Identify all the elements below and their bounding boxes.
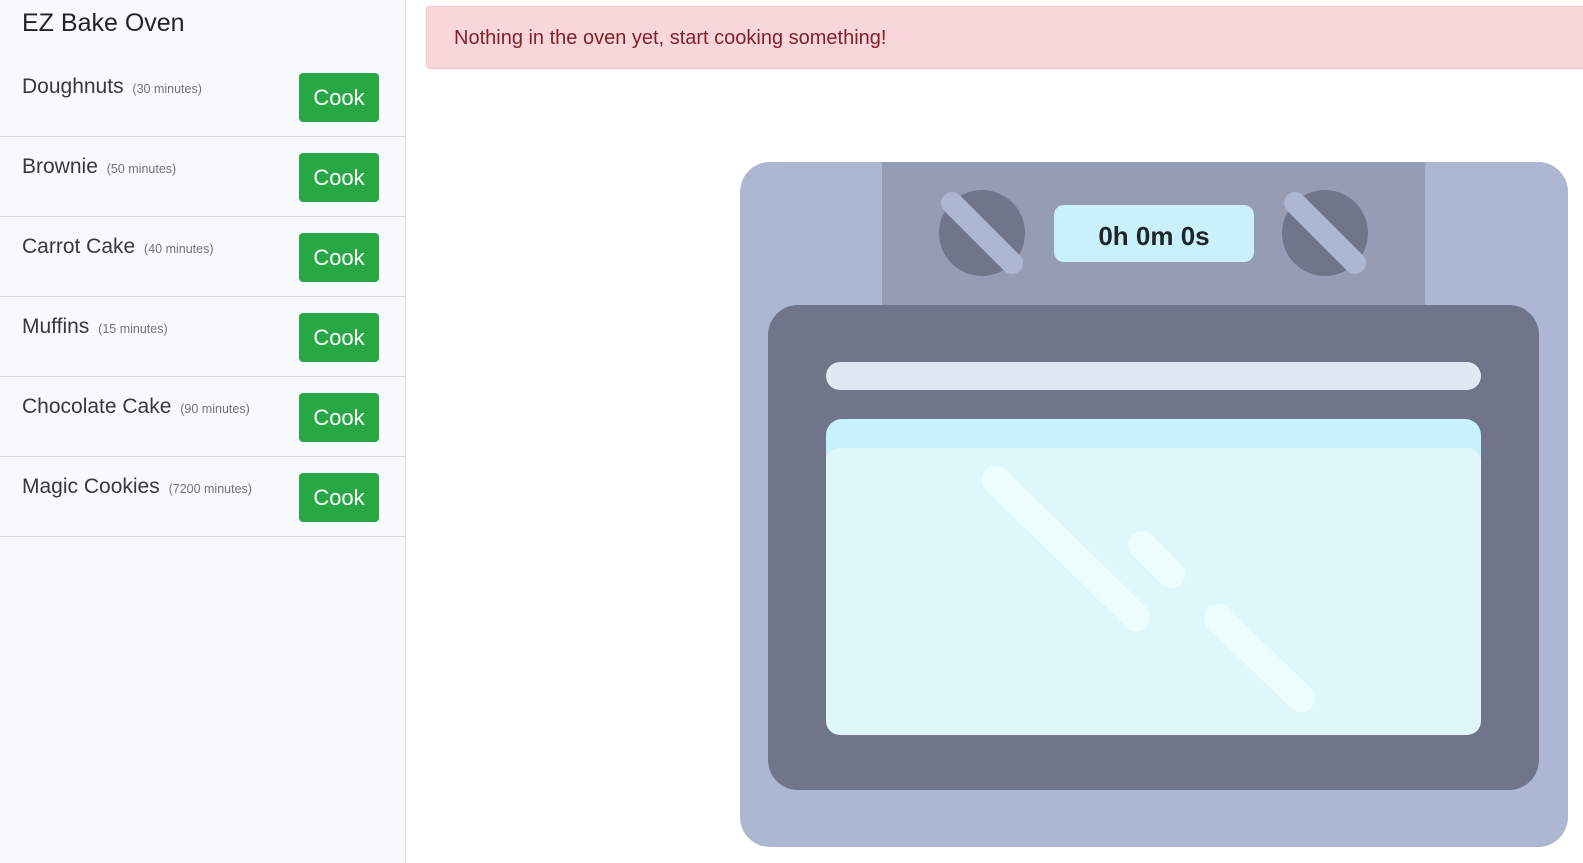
status-alert: Nothing in the oven yet, start cooking s… [426, 6, 1583, 69]
list-item-chocolate-cake: Chocolate Cake (90 minutes) Cook [0, 377, 405, 457]
recipe-name: Muffins [22, 315, 90, 338]
list-item-muffins: Muffins (15 minutes) Cook [0, 297, 405, 377]
recipe-time: (15 minutes) [98, 322, 168, 336]
recipe-label: Doughnuts (30 minutes) [22, 75, 202, 99]
recipe-label: Chocolate Cake (90 minutes) [22, 395, 250, 419]
sidebar: EZ Bake Oven Doughnuts (30 minutes) Cook… [0, 0, 406, 863]
oven-door-handle [826, 362, 1481, 390]
cook-button-doughnuts[interactable]: Cook [299, 73, 379, 122]
recipe-name: Chocolate Cake [22, 395, 172, 418]
cook-button-carrot-cake[interactable]: Cook [299, 233, 379, 282]
recipe-name: Magic Cookies [22, 475, 160, 498]
app-title: EZ Bake Oven [22, 9, 185, 37]
recipe-time: (30 minutes) [132, 82, 202, 96]
recipe-label: Brownie (50 minutes) [22, 155, 176, 179]
timer-readout: 0h 0m 0s [1098, 221, 1209, 251]
recipe-name: Carrot Cake [22, 235, 136, 258]
cook-button-muffins[interactable]: Cook [299, 313, 379, 362]
cook-button-brownie[interactable]: Cook [299, 153, 379, 202]
cook-button-magic-cookies[interactable]: Cook [299, 473, 379, 522]
list-item-brownie: Brownie (50 minutes) Cook [0, 137, 405, 217]
recipe-time: (50 minutes) [106, 162, 177, 176]
recipe-time: (40 minutes) [144, 242, 214, 256]
recipe-name: Brownie [22, 155, 98, 178]
cook-button-chocolate-cake[interactable]: Cook [299, 393, 379, 442]
oven-illustration: 0h 0m 0s [740, 162, 1568, 847]
recipe-time: (7200 minutes) [168, 482, 252, 496]
list-item-magic-cookies: Magic Cookies (7200 minutes) Cook [0, 457, 405, 537]
recipe-list: Doughnuts (30 minutes) Cook Brownie (50 … [0, 57, 405, 537]
left-knob-icon [939, 190, 1025, 276]
recipe-time: (90 minutes) [180, 402, 250, 416]
right-knob-icon [1282, 190, 1368, 276]
recipe-label: Carrot Cake (40 minutes) [22, 235, 214, 259]
recipe-label: Magic Cookies (7200 minutes) [22, 475, 252, 499]
list-item-doughnuts: Doughnuts (30 minutes) Cook [0, 57, 405, 137]
oven-window [826, 448, 1481, 735]
oven-svg: 0h 0m 0s [740, 162, 1568, 847]
list-item-carrot-cake: Carrot Cake (40 minutes) Cook [0, 217, 405, 297]
recipe-label: Muffins (15 minutes) [22, 315, 168, 339]
recipe-name: Doughnuts [22, 75, 124, 98]
